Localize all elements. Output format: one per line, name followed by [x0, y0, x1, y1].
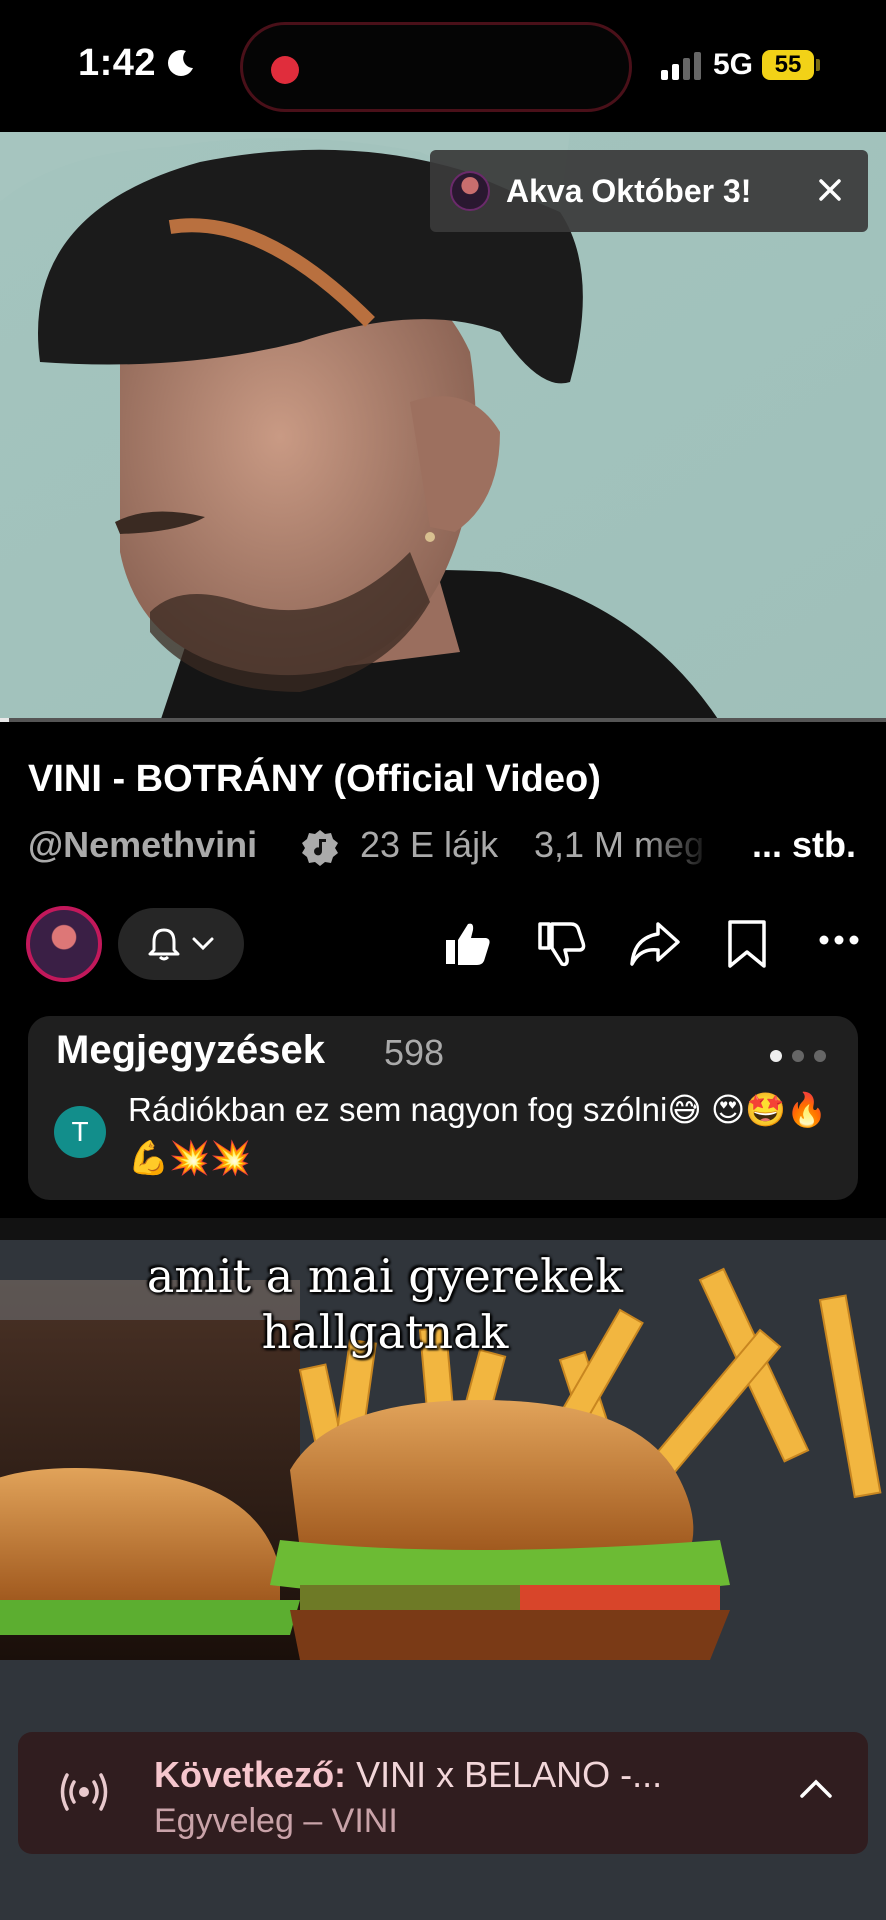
dislike-icon[interactable]	[536, 918, 588, 970]
channel-avatar[interactable]	[26, 906, 102, 982]
battery-icon: 55	[762, 50, 814, 80]
chip-avatar	[450, 171, 490, 211]
like-icon[interactable]	[442, 918, 494, 970]
like-count: 23 E lájk	[360, 824, 499, 865]
clock: 1:42	[78, 42, 157, 84]
description-more-link[interactable]: ... stb.	[752, 824, 856, 866]
video-meta[interactable]: @Nemethvini 23 E lájk 3,1 M meg ... stb.	[28, 824, 868, 872]
recording-indicator-icon	[271, 56, 299, 84]
view-count: 3,1 M meg	[534, 824, 705, 865]
section-divider	[0, 1218, 886, 1240]
short-caption: amit a mai gyerekek hallgatnak	[146, 1249, 624, 1359]
network-type: 5G	[713, 48, 754, 81]
signal-icon	[661, 52, 701, 80]
battery-tip	[816, 59, 820, 71]
up-next-subtitle: Egyveleg – VINI	[154, 1802, 398, 1840]
bell-icon	[148, 928, 180, 961]
top-comment-text: Rádiókban ez sem nagyon fog szólni😅 😍🤩🔥💪…	[128, 1091, 828, 1176]
chevron-up-icon[interactable]	[798, 1776, 834, 1800]
video-promo-chip[interactable]: Akva Október 3!	[430, 150, 868, 232]
carousel-dots	[770, 1050, 826, 1062]
up-next-title: Következő: VINI x BELANO -...	[154, 1754, 662, 1796]
chip-text: Akva Október 3!	[506, 172, 752, 209]
more-icon[interactable]	[818, 930, 860, 950]
up-next-label: Következő:	[154, 1754, 347, 1795]
comment-author-avatar: T	[54, 1106, 106, 1158]
status-bar: 1:42 5G 55	[0, 0, 886, 132]
broadcast-icon	[60, 1773, 108, 1811]
comments-count: 598	[384, 1032, 445, 1073]
share-icon[interactable]	[628, 918, 682, 970]
music-verified-icon	[302, 830, 338, 866]
close-icon[interactable]	[814, 174, 846, 206]
up-next-song: VINI x BELANO -...	[356, 1754, 663, 1795]
chevron-down-icon	[192, 937, 214, 951]
dynamic-island[interactable]	[240, 22, 632, 112]
video-progress-bar[interactable]	[0, 718, 886, 722]
comments-panel[interactable]: Megjegyzések 598 T Rádiókban ez sem nagy…	[28, 1016, 858, 1200]
video-progress-fill	[0, 718, 9, 722]
comments-title: Megjegyzések	[56, 1028, 326, 1072]
up-next-bar[interactable]: Következő: VINI x BELANO -... Egyveleg –…	[18, 1732, 868, 1854]
subscription-bell-button[interactable]	[118, 908, 244, 980]
channel-handle[interactable]: @Nemethvini	[28, 824, 257, 866]
video-title[interactable]: VINI - BOTRÁNY (Official Video)	[28, 758, 601, 801]
save-icon[interactable]	[724, 918, 770, 970]
moon-icon	[168, 50, 193, 76]
